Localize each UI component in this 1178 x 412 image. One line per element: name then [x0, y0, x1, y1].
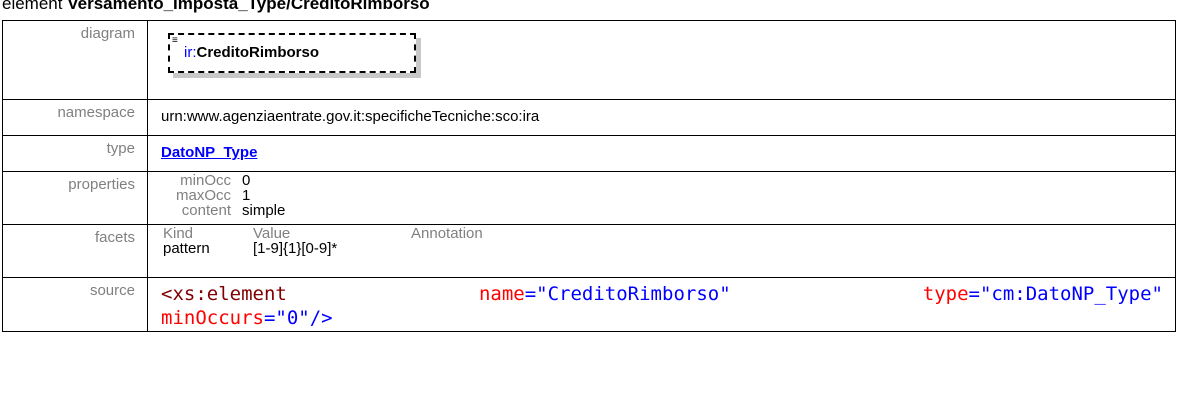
element-doc-table: diagram ≡ ir:CreditoRimborso namespace u… — [2, 20, 1176, 332]
facet-row: pattern [1-9]{1}[0-9]* — [163, 241, 1175, 256]
row-label: type — [106, 140, 135, 157]
label-cell: namespace — [2, 99, 148, 136]
label-cell: type — [2, 135, 148, 172]
row-diagram: diagram ≡ ir:CreditoRimborso — [2, 20, 1176, 100]
row-source: source <xs:element name="CreditoRimborso… — [2, 277, 1176, 332]
facets-table: Kind Value Annotation pattern [1-9]{1}[0… — [148, 225, 1175, 256]
lines-icon: ≡ — [172, 35, 178, 46]
facet-kind: pattern — [163, 240, 210, 257]
property-value: simple — [242, 202, 286, 219]
xml-attr-name: name="CreditoRimborso" — [478, 283, 731, 305]
value-cell: Kind Value Annotation pattern [1-9]{1}[0… — [147, 224, 1176, 278]
xml-attr-min-value: "0" — [275, 307, 310, 329]
type-link[interactable]: DatoNP_Type — [161, 144, 257, 161]
property-row: minOcc 0 — [166, 173, 1175, 188]
row-type: type DatoNP_Type — [2, 135, 1176, 172]
xml-attr-min: minOccurs — [161, 307, 264, 329]
property-row: maxOcc 1 — [166, 188, 1175, 203]
row-label: namespace — [57, 104, 135, 121]
property-key: content — [181, 202, 231, 219]
row-properties: properties minOcc 0 maxOcc 1 content simple — [2, 171, 1176, 225]
element-box-label: ir:CreditoRimborso — [184, 44, 319, 61]
heading-prefix: element — [2, 0, 63, 13]
element-prefix: ir: — [184, 44, 197, 61]
diagram-cell: ≡ ir:CreditoRimborso — [147, 20, 1176, 100]
xml-attr-type: type="cm:DatoNP_Type" — [922, 283, 1163, 305]
value-cell: urn:www.agenziaentrate.gov.it:specifiche… — [147, 99, 1176, 136]
element-name: CreditoRimborso — [196, 44, 320, 61]
source-line-2: minOccurs="0"/> — [161, 307, 333, 329]
source-line-1: <xs:element name="CreditoRimborso" type=… — [161, 282, 1163, 306]
element-box[interactable]: ≡ ir:CreditoRimborso — [168, 33, 416, 73]
heading-name: Versamento_Imposta_Type/CreditoRimborso — [67, 0, 430, 13]
label-cell: properties — [2, 171, 148, 225]
row-namespace: namespace urn:www.agenziaentrate.gov.it:… — [2, 99, 1176, 136]
element-diagram[interactable]: ≡ ir:CreditoRimborso — [168, 33, 418, 79]
label-cell: diagram — [2, 20, 148, 100]
value-cell: minOcc 0 maxOcc 1 content simple — [147, 171, 1176, 225]
namespace-value: urn:www.agenziaentrate.gov.it:specifiche… — [161, 108, 540, 125]
value-cell: <xs:element name="CreditoRimborso" type=… — [147, 277, 1176, 332]
property-row: content simple — [166, 203, 1175, 218]
property-value: 0 — [242, 172, 251, 189]
label-cell: source — [2, 277, 148, 332]
xml-tag-open: <xs:element — [161, 283, 287, 305]
properties-list: minOcc 0 maxOcc 1 content simple — [148, 172, 1175, 218]
xml-tag-close: /> — [309, 307, 333, 329]
property-key: maxOcc — [175, 187, 231, 204]
row-label: diagram — [80, 25, 135, 42]
facet-header-value: Value — [253, 225, 291, 242]
value-cell: DatoNP_Type — [147, 135, 1176, 172]
property-value: 1 — [242, 187, 251, 204]
label-cell: facets — [2, 224, 148, 278]
facets-header: Kind Value Annotation — [163, 226, 1175, 241]
row-label: properties — [68, 176, 135, 193]
row-facets: facets Kind Value Annotation pattern [1-… — [2, 224, 1176, 278]
facet-header-kind: Kind — [163, 225, 194, 242]
property-key: minOcc — [180, 172, 231, 189]
facet-header-annotation: Annotation — [411, 225, 483, 242]
page-heading: element Versamento_Imposta_Type/CreditoR… — [2, 0, 430, 14]
source-code: <xs:element name="CreditoRimborso" type=… — [148, 278, 1175, 330]
row-label: facets — [94, 229, 135, 246]
row-label: source — [89, 282, 135, 299]
facet-value: [1-9]{1}[0-9]* — [253, 240, 338, 257]
